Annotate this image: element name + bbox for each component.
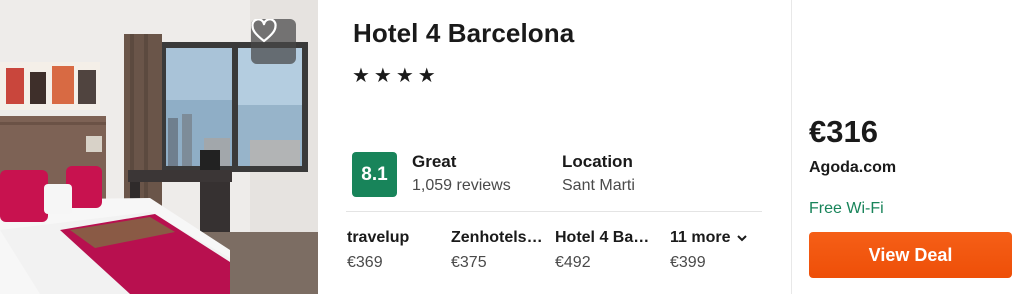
location-value: Sant Marti — [562, 177, 635, 194]
location-title: Location — [562, 152, 633, 171]
hotel-name[interactable]: Hotel 4 Barcelona — [353, 18, 574, 49]
provider-offer[interactable]: Hotel 4 Barcelona €492 — [555, 229, 650, 272]
provider-price: €492 — [555, 254, 591, 271]
chevron-down-icon — [737, 229, 747, 246]
rating-score-badge: 8.1 — [352, 152, 397, 197]
provider-name: Hotel 4 Barcelona — [555, 229, 650, 246]
provider-name: Zenhotels.com — [451, 229, 543, 246]
divider — [346, 211, 762, 212]
deal-price: €316 — [809, 114, 878, 149]
rating-label: Great — [412, 152, 457, 171]
star-rating: ★★★★ — [352, 65, 440, 87]
view-deal-button[interactable]: View Deal — [809, 232, 1012, 278]
provider-price: €375 — [451, 254, 487, 271]
deal-perk: Free Wi-Fi — [809, 200, 884, 217]
review-count[interactable]: 1,059 reviews — [412, 177, 511, 195]
column-divider — [791, 0, 792, 294]
provider-name: travelup — [347, 229, 410, 246]
provider-offer[interactable]: travelup €369 — [347, 229, 437, 272]
provider-offer[interactable]: Zenhotels.com €375 — [451, 229, 543, 272]
deal-site: Agoda.com — [809, 159, 897, 176]
provider-price: €369 — [347, 254, 383, 271]
more-deals-price: €399 — [670, 254, 706, 271]
favorite-button[interactable] — [251, 19, 296, 64]
more-deals-label: 11 more — [670, 229, 731, 246]
more-deals-button[interactable]: 11 more €399 — [670, 229, 762, 272]
hotel-result-card: Hotel 4 Barcelona ★★★★ 8.1 Great 1,059 r… — [0, 0, 1024, 294]
hotel-photo[interactable] — [0, 0, 318, 294]
